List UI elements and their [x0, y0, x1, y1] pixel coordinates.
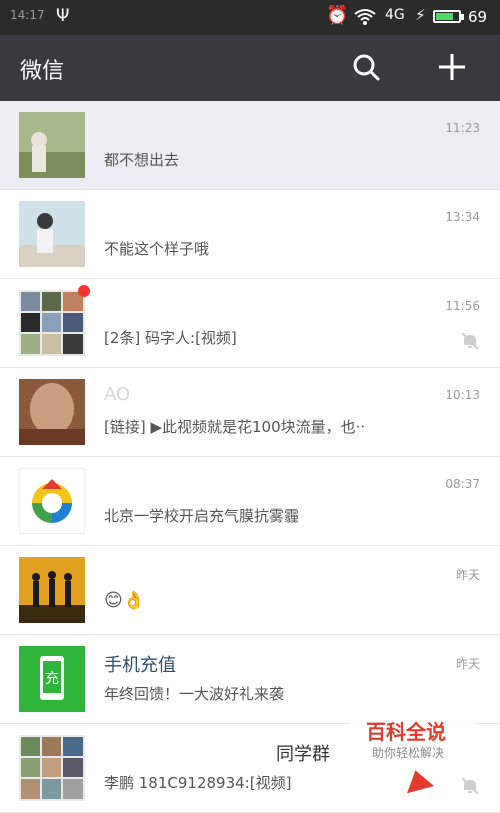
chat-row[interactable]: 😊👌 昨天	[0, 546, 500, 635]
news-logo-avatar	[19, 468, 85, 534]
group-avatar	[19, 290, 85, 356]
chat-row[interactable]: 北京一学校开启充气膜抗雾霾 08:37	[0, 457, 500, 546]
chat-preview: [2条] 码字人:[视频]	[104, 329, 237, 347]
chat-name: AO	[104, 384, 131, 405]
chat-row[interactable]: AO [链接] ▶此视频就是花100块流量，也·· 10:13	[0, 368, 500, 457]
chat-row[interactable]: 不能这个样子哦 13:34	[0, 190, 500, 279]
chat-preview: [链接] ▶此视频就是花100块流量，也··	[104, 418, 366, 436]
chat-preview: 年终回馈！一大波好礼来袭	[104, 685, 285, 703]
title-bar: 微信	[0, 35, 500, 101]
alarm-icon: ⏰	[326, 5, 349, 26]
chat-time: 11:56	[445, 299, 480, 313]
avatar	[19, 557, 85, 623]
chat-name: 同学群	[276, 744, 330, 765]
chat-row[interactable]: 都不想出去 11:23	[0, 101, 500, 190]
search-icon[interactable]	[352, 53, 380, 81]
mute-icon	[461, 332, 479, 350]
chat-time: 10:13	[445, 388, 480, 402]
chat-list: 都不想出去 11:23 不能这个样子哦 13:34 [2条] 码字人:[视频] …	[0, 101, 500, 813]
baike-watermark: 百科全说 助你轻松解决	[350, 710, 475, 765]
battery-percent: 69	[468, 8, 488, 26]
page-title: 微信	[20, 59, 65, 84]
charging-icon: ⚡	[415, 6, 426, 24]
chat-preview: 😊👌	[104, 590, 146, 611]
chat-time: 昨天	[455, 657, 480, 671]
status-bar: 14:17 Ψ ⏰ 4G ⚡ 69	[0, 0, 500, 35]
battery-icon	[433, 10, 461, 23]
unread-dot	[78, 285, 90, 297]
signal-label: 4G	[385, 7, 405, 23]
chat-time: 11:23	[445, 121, 480, 135]
chat-preview: 北京一学校开启充气膜抗雾霾	[104, 507, 300, 525]
status-time: 14:17	[10, 8, 45, 22]
add-icon[interactable]	[436, 51, 468, 83]
watermark-subtitle: 助你轻松解决	[372, 746, 445, 760]
chat-time: 13:34	[445, 210, 480, 224]
recharge-glyph: 充	[45, 671, 59, 687]
usb-icon: Ψ	[56, 6, 70, 26]
chat-time: 08:37	[445, 477, 480, 491]
group-avatar	[19, 735, 85, 801]
wifi-icon	[354, 9, 376, 25]
avatar	[19, 112, 85, 178]
chat-row[interactable]: [2条] 码字人:[视频] 11:56	[0, 279, 500, 368]
mute-icon	[461, 777, 479, 795]
chat-preview: 都不想出去	[104, 151, 180, 169]
chat-name: 手机充值	[104, 655, 176, 676]
recharge-avatar: 充	[19, 646, 85, 712]
watermark-title: 百科全说	[366, 720, 446, 744]
chat-time: 昨天	[455, 568, 480, 582]
chat-preview: 不能这个样子哦	[104, 240, 210, 258]
avatar	[19, 379, 85, 445]
avatar	[19, 201, 85, 267]
